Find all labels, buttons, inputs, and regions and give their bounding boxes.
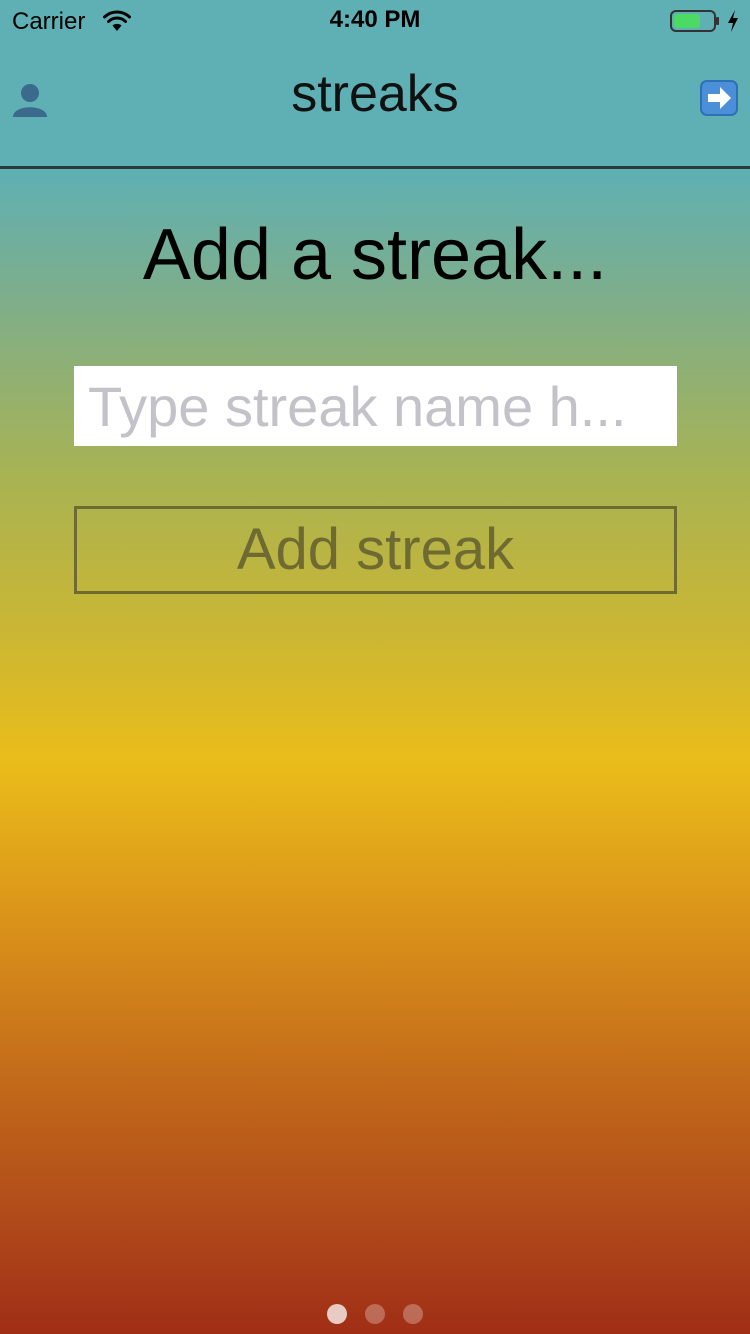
next-arrow-icon[interactable] (700, 80, 738, 116)
add-streak-button[interactable]: Add streak (74, 506, 677, 594)
nav-divider (0, 166, 750, 169)
battery-icon (670, 10, 719, 32)
streak-name-input[interactable] (74, 366, 677, 446)
navigation-bar: streaks (0, 40, 750, 166)
charging-bolt-icon (728, 10, 738, 32)
page-dot-2[interactable] (365, 1304, 385, 1324)
page-heading: Add a streak... (142, 215, 608, 295)
page-indicator (0, 1304, 750, 1324)
app-title: streaks (291, 65, 459, 123)
status-bar: Carrier 4:40 PM (0, 0, 750, 40)
page-dot-1[interactable] (327, 1304, 347, 1324)
page-dot-3[interactable] (403, 1304, 423, 1324)
clock: 4:40 PM (329, 6, 421, 33)
